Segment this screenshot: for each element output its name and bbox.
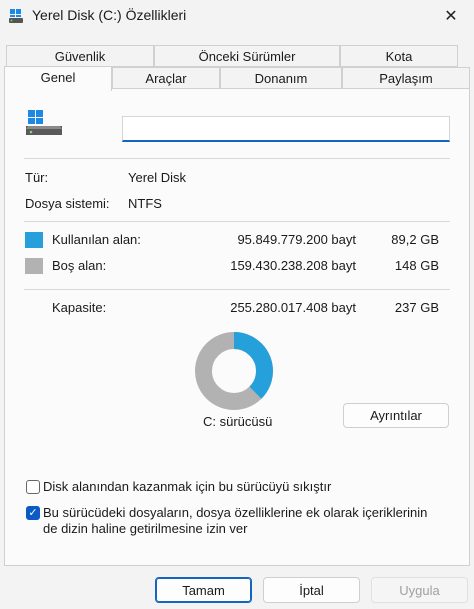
free-space-bytes: 159.430.238.208 bayt bbox=[230, 258, 356, 273]
compress-checkbox[interactable] bbox=[26, 480, 40, 494]
tab-general[interactable]: Genel bbox=[4, 66, 112, 91]
free-space-swatch bbox=[25, 258, 43, 274]
filesystem-value: NTFS bbox=[128, 196, 162, 211]
type-label: Tür: bbox=[25, 170, 49, 185]
type-value: Yerel Disk bbox=[128, 170, 187, 185]
index-label-line2: de dizin haline getirilmesine izin ver bbox=[43, 521, 248, 536]
close-icon: ✕ bbox=[444, 8, 458, 25]
apply-button[interactable]: Uygula bbox=[371, 577, 468, 603]
tab-previous-versions[interactable]: Önceki Sürümler bbox=[154, 45, 340, 67]
filesystem-label: Dosya sistemi: bbox=[25, 196, 110, 211]
separator bbox=[24, 221, 450, 222]
title-bar: Yerel Disk (C:) Özellikleri ✕ bbox=[0, 0, 474, 32]
separator bbox=[24, 289, 450, 290]
tab-quota[interactable]: Kota bbox=[340, 45, 458, 67]
used-space-swatch bbox=[25, 232, 43, 248]
tab-sharing[interactable]: Paylaşım bbox=[342, 67, 470, 89]
disk-usage-donut bbox=[195, 332, 273, 410]
index-label-line1: Bu sürücüdeki dosyaların, dosya özellikl… bbox=[43, 505, 428, 520]
compress-label: Disk alanından kazanmak için bu sürücüyü… bbox=[43, 479, 332, 494]
drive-icon bbox=[9, 9, 23, 23]
tab-security[interactable]: Güvenlik bbox=[6, 45, 154, 67]
used-space-label: Kullanılan alan: bbox=[52, 232, 141, 247]
drive-icon bbox=[26, 110, 62, 135]
details-button[interactable]: Ayrıntılar bbox=[343, 403, 449, 428]
close-button[interactable]: ✕ bbox=[428, 0, 474, 32]
free-space-size: 148 GB bbox=[394, 258, 439, 273]
used-space-bytes: 95.849.779.200 bayt bbox=[237, 232, 356, 247]
tab-hardware[interactable]: Donanım bbox=[220, 67, 342, 89]
used-space-size: 89,2 GB bbox=[391, 232, 439, 247]
drive-label: C: sürücüsü bbox=[203, 414, 273, 429]
window-title: Yerel Disk (C:) Özellikleri bbox=[32, 7, 187, 23]
capacity-label: Kapasite: bbox=[52, 300, 107, 315]
cancel-button[interactable]: İptal bbox=[263, 577, 360, 603]
ok-button[interactable]: Tamam bbox=[155, 577, 252, 603]
capacity-bytes: 255.280.017.408 bayt bbox=[230, 300, 356, 315]
separator bbox=[24, 158, 450, 159]
index-checkbox[interactable]: ✓ bbox=[26, 506, 40, 520]
free-space-label: Boş alan: bbox=[52, 258, 107, 273]
general-panel bbox=[4, 88, 470, 566]
drive-name-input[interactable] bbox=[122, 116, 450, 142]
capacity-size: 237 GB bbox=[394, 300, 439, 315]
tab-tools[interactable]: Araçlar bbox=[112, 67, 220, 89]
